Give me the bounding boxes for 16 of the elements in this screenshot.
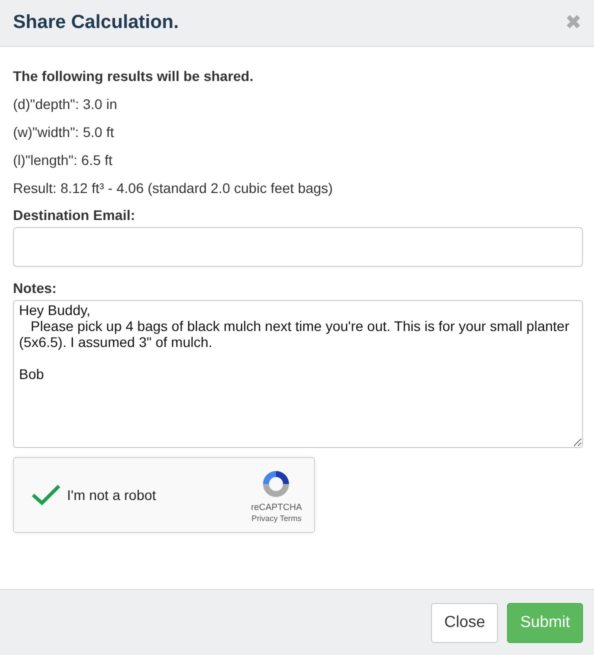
result-line: Result: 8.12 ft³ - 4.06 (standard 2.0 cubic feet bags) <box>13 180 334 198</box>
recaptcha-brand: reCAPTCHA <box>250 502 302 512</box>
captcha-label: I'm not a robot <box>67 487 158 503</box>
email-label: Destination Email: <box>13 207 136 223</box>
dialog-title: Share Calculation. <box>13 12 179 34</box>
result-line: (w)"width": 5.0 ft <box>13 124 115 142</box>
intro-text: The following results will be shared. <box>13 68 254 86</box>
notes-field[interactable]: Hey Buddy, Please pick up 4 bags of black mulch next time you're out. This is for your small planter (5x6.5). I assumed 3" of mulch. Bob <box>13 300 583 448</box>
terms-link[interactable]: Terms <box>280 514 302 522</box>
result-line: (l)"length": 6.5 ft <box>13 152 114 170</box>
privacy-link[interactable]: Privacy <box>251 514 278 522</box>
email-field[interactable] <box>13 227 583 267</box>
notes-label: Notes: <box>13 280 58 296</box>
result-line: (d)"depth": 3.0 in <box>13 96 118 114</box>
close-button[interactable]: Close <box>431 602 498 642</box>
check-icon[interactable] <box>31 483 61 507</box>
